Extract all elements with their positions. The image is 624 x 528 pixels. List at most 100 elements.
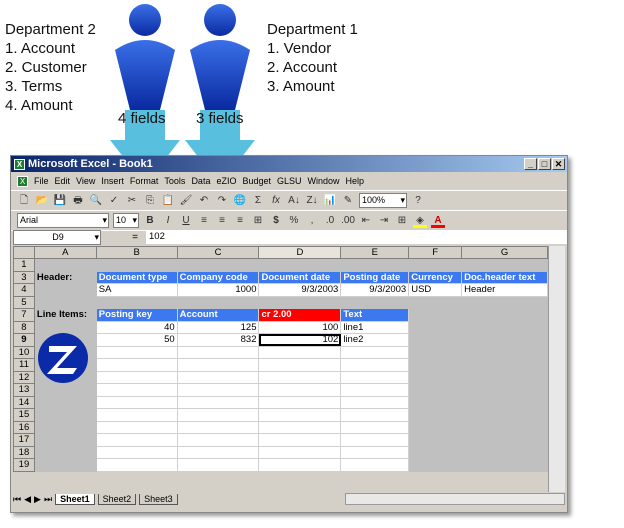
column-header[interactable]: C bbox=[176, 246, 260, 259]
menu-insert[interactable]: Insert bbox=[101, 176, 124, 186]
cell[interactable] bbox=[95, 420, 178, 434]
tab-scroll-first-icon[interactable]: ⏮ bbox=[13, 494, 21, 505]
cell[interactable] bbox=[95, 295, 178, 309]
cell[interactable]: Company code bbox=[176, 270, 260, 284]
row-header[interactable]: 13 bbox=[13, 383, 35, 397]
tab-scroll-last-icon[interactable]: ⏭ bbox=[44, 494, 52, 505]
cell[interactable] bbox=[340, 445, 410, 459]
cut-icon[interactable]: ✂ bbox=[125, 194, 139, 208]
cell[interactable] bbox=[33, 283, 97, 297]
cell[interactable] bbox=[95, 258, 178, 272]
cell[interactable] bbox=[258, 370, 342, 384]
cell[interactable] bbox=[340, 345, 410, 359]
row-header[interactable]: 9 bbox=[13, 333, 35, 347]
column-header[interactable] bbox=[13, 246, 35, 259]
borders-icon[interactable]: ⊞ bbox=[395, 214, 409, 228]
cell[interactable]: Document date bbox=[258, 270, 342, 284]
cell[interactable] bbox=[461, 333, 548, 347]
cell[interactable] bbox=[340, 433, 410, 447]
cell[interactable] bbox=[176, 383, 260, 397]
cell[interactable] bbox=[408, 383, 463, 397]
menu-data[interactable]: Data bbox=[191, 176, 210, 186]
cell[interactable]: 1000 bbox=[176, 283, 260, 297]
cell[interactable] bbox=[176, 408, 260, 422]
cell[interactable] bbox=[258, 408, 342, 422]
cell[interactable] bbox=[95, 383, 178, 397]
tab-sheet3[interactable]: Sheet3 bbox=[139, 493, 178, 505]
align-right-icon[interactable]: ≡ bbox=[233, 214, 247, 228]
cell[interactable] bbox=[461, 320, 548, 334]
cell[interactable] bbox=[33, 295, 97, 309]
cell[interactable] bbox=[176, 433, 260, 447]
cell[interactable] bbox=[461, 433, 548, 447]
cell[interactable]: USD bbox=[408, 283, 463, 297]
increase-indent-icon[interactable]: ⇥ bbox=[377, 214, 391, 228]
cell[interactable] bbox=[408, 395, 463, 409]
row-header[interactable]: 14 bbox=[13, 395, 35, 409]
tab-sheet2[interactable]: Sheet2 bbox=[97, 493, 137, 505]
row-header[interactable]: 5 bbox=[13, 295, 35, 309]
paste-icon[interactable]: 📋 bbox=[161, 194, 175, 208]
cell[interactable] bbox=[461, 358, 548, 372]
column-header[interactable]: D bbox=[258, 246, 342, 259]
cell[interactable] bbox=[461, 395, 548, 409]
cell[interactable] bbox=[408, 370, 463, 384]
decrease-decimal-icon[interactable]: .00 bbox=[341, 214, 355, 228]
cell[interactable] bbox=[176, 420, 260, 434]
cell[interactable]: Posting key bbox=[95, 308, 178, 322]
close-button[interactable]: ✕ bbox=[552, 158, 565, 170]
cell[interactable] bbox=[258, 420, 342, 434]
formula-input[interactable]: 102 bbox=[146, 231, 567, 244]
zoom-select[interactable]: 100% bbox=[359, 193, 407, 208]
cell[interactable] bbox=[340, 458, 410, 472]
cell[interactable] bbox=[461, 445, 548, 459]
cell[interactable]: cr 2.00 bbox=[258, 308, 342, 322]
comma-icon[interactable]: , bbox=[305, 214, 319, 228]
preview-icon[interactable]: 🔍 bbox=[89, 194, 103, 208]
cell[interactable] bbox=[340, 383, 410, 397]
align-center-icon[interactable]: ≡ bbox=[215, 214, 229, 228]
autosum-icon[interactable]: Σ bbox=[251, 194, 265, 208]
align-left-icon[interactable]: ≡ bbox=[197, 214, 211, 228]
cell[interactable] bbox=[408, 320, 463, 334]
cell[interactable]: Document type bbox=[95, 270, 178, 284]
cell[interactable] bbox=[176, 370, 260, 384]
cell[interactable] bbox=[408, 295, 463, 309]
minimize-button[interactable]: _ bbox=[524, 158, 537, 170]
new-icon[interactable]: 🗋 bbox=[17, 194, 31, 208]
italic-icon[interactable]: I bbox=[161, 214, 175, 228]
cell[interactable] bbox=[340, 408, 410, 422]
row-header[interactable]: 10 bbox=[13, 345, 35, 359]
cell[interactable] bbox=[258, 445, 342, 459]
drawing-icon[interactable]: ✎ bbox=[341, 194, 355, 208]
cell[interactable] bbox=[258, 258, 342, 272]
cell[interactable] bbox=[461, 370, 548, 384]
cell[interactable] bbox=[258, 458, 342, 472]
row-header[interactable]: 11 bbox=[13, 358, 35, 372]
cell[interactable] bbox=[176, 395, 260, 409]
redo-icon[interactable]: ↷ bbox=[215, 194, 229, 208]
row-header[interactable]: 17 bbox=[13, 433, 35, 447]
cell[interactable]: Text bbox=[340, 308, 410, 322]
cell[interactable] bbox=[408, 333, 463, 347]
tab-scroll-prev-icon[interactable]: ◀ bbox=[24, 494, 31, 505]
cell[interactable]: 832 bbox=[176, 333, 260, 347]
font-color-icon[interactable]: A bbox=[431, 214, 445, 228]
horizontal-scrollbar[interactable] bbox=[345, 493, 565, 505]
cell[interactable] bbox=[340, 295, 410, 309]
chart-icon[interactable]: 📊 bbox=[323, 194, 337, 208]
cell[interactable] bbox=[461, 458, 548, 472]
menu-ezio[interactable]: eZIO bbox=[216, 176, 236, 186]
cell[interactable] bbox=[258, 295, 342, 309]
menu-view[interactable]: View bbox=[76, 176, 95, 186]
cell[interactable] bbox=[340, 395, 410, 409]
cell[interactable] bbox=[33, 420, 97, 434]
save-icon[interactable]: 💾 bbox=[53, 194, 67, 208]
cell[interactable]: Doc.header text bbox=[461, 270, 548, 284]
format-painter-icon[interactable]: 🖌 bbox=[179, 194, 193, 208]
cell[interactable] bbox=[408, 258, 463, 272]
copy-icon[interactable]: ⎘ bbox=[143, 194, 157, 208]
menu-window[interactable]: Window bbox=[308, 176, 340, 186]
cell[interactable] bbox=[176, 345, 260, 359]
cell[interactable] bbox=[408, 345, 463, 359]
